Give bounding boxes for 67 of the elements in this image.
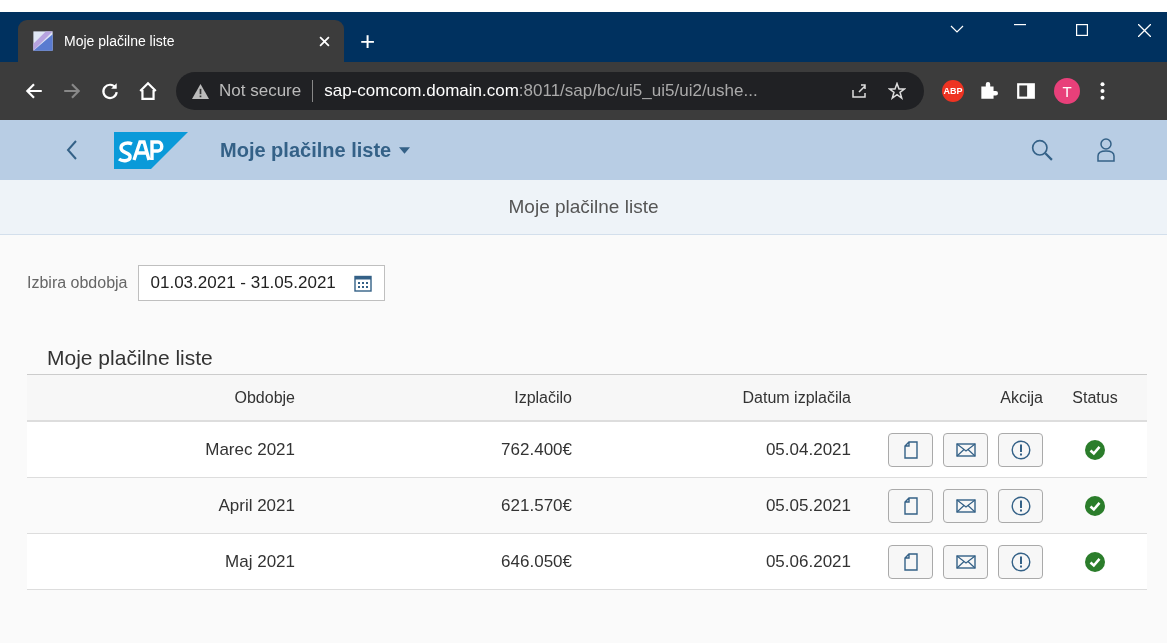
page-icon — [903, 496, 918, 515]
table-cell-text: April 2021 — [217, 495, 295, 516]
exclamation-icon — [1010, 439, 1031, 460]
puzzle-icon[interactable] — [978, 81, 998, 101]
profile-avatar[interactable]: T — [1054, 78, 1080, 104]
exclamation-icon — [1010, 551, 1031, 572]
date-range-field[interactable]: 01.03.2021 - 31.05.2021 — [137, 265, 385, 301]
envelope-icon — [955, 442, 976, 457]
table-cell-text: Maj 2021 — [224, 551, 295, 572]
home-icon[interactable] — [138, 81, 158, 101]
tab-title: Moje plačilne liste — [64, 33, 176, 49]
search-icon[interactable] — [1031, 138, 1053, 162]
adblock-badge[interactable]: ABP — [942, 80, 964, 102]
email-button[interactable] — [943, 488, 988, 523]
table-cell-text: Marec 2021 — [204, 439, 295, 460]
page-icon — [32, 30, 54, 52]
caret-icon — [399, 146, 411, 154]
column-header: Akcija — [999, 388, 1043, 407]
table-cell-text: 646.050€ — [500, 551, 572, 572]
email-button[interactable] — [943, 432, 988, 467]
filter-label: Izbira obdobja — [27, 274, 128, 292]
security-label: Not secure — [219, 81, 302, 101]
envelope-icon — [955, 498, 976, 513]
calendar-icon[interactable] — [353, 274, 372, 292]
close-icon[interactable] — [1138, 24, 1151, 37]
back-icon[interactable] — [66, 139, 78, 161]
envelope-icon — [955, 554, 976, 569]
address-bar[interactable]: Not secure sap-comcom.domain.com:8011/sap/bc/ui5_ui5/ui2/ushe... — [176, 72, 924, 110]
info-button[interactable] — [998, 432, 1043, 467]
side-panel-icon[interactable] — [1016, 81, 1036, 101]
menu-icon[interactable] — [1100, 81, 1105, 101]
forward-arrow-icon[interactable] — [62, 81, 82, 101]
info-button[interactable] — [998, 544, 1043, 579]
reload-icon[interactable] — [100, 81, 120, 101]
user-icon[interactable] — [1095, 138, 1117, 162]
page-icon — [903, 440, 918, 459]
document-button[interactable] — [888, 488, 933, 523]
share-icon[interactable] — [850, 82, 868, 100]
document-button[interactable] — [888, 432, 933, 467]
new-tab-button[interactable]: + — [360, 28, 376, 54]
star-icon[interactable] — [888, 82, 906, 100]
exclamation-icon — [1010, 495, 1031, 516]
info-button[interactable] — [998, 488, 1043, 523]
email-button[interactable] — [943, 544, 988, 579]
table-title: Moje plačilne liste — [47, 346, 214, 371]
app-title-menu[interactable]: Moje plačilne liste — [220, 138, 411, 162]
chevron-down-icon[interactable] — [950, 24, 964, 34]
column-header: Datum izplačila — [741, 388, 851, 407]
maximize-icon[interactable] — [1076, 24, 1088, 36]
column-header: Obdobje — [233, 388, 295, 407]
page-title: Moje plačilne liste — [508, 196, 659, 218]
column-header: Izplačilo — [513, 388, 572, 407]
table-cell-text: 05.04.2021 — [764, 439, 851, 460]
close-icon[interactable] — [319, 35, 330, 47]
page-icon — [903, 552, 918, 571]
warning-icon — [192, 83, 209, 99]
table-cell-text: 05.05.2021 — [764, 495, 851, 516]
url-text: sap-comcom.domain.com:8011/sap/bc/ui5_ui5/ui2/ushe... — [324, 81, 759, 101]
table-cell-text: 762.400€ — [500, 439, 572, 460]
logo-icon[interactable] — [114, 131, 188, 169]
document-button[interactable] — [888, 544, 933, 579]
table-cell-text: 621.570€ — [500, 495, 572, 516]
table-cell-text: 05.06.2021 — [764, 551, 851, 572]
back-arrow-icon[interactable] — [24, 81, 44, 101]
browser-tab[interactable]: Moje plačilne liste — [18, 20, 344, 62]
column-header: Status — [1071, 388, 1119, 407]
minimize-icon[interactable] — [1014, 24, 1026, 26]
